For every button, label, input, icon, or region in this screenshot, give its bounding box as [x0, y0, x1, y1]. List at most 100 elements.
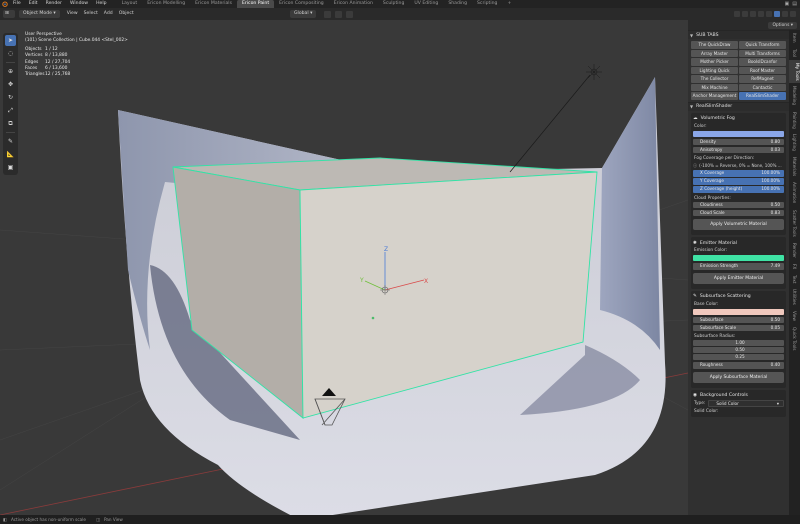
- viewport-menu-add[interactable]: Add: [101, 8, 116, 20]
- sidebar-tab[interactable]: Text: [792, 272, 797, 286]
- value-field[interactable]: Y Coverage 100.00%: [693, 178, 784, 185]
- subtab-button[interactable]: RefMagnet: [739, 75, 786, 83]
- overlays-icon[interactable]: [750, 11, 756, 17]
- view-layer-icon[interactable]: ▤: [792, 1, 797, 7]
- subtab-button[interactable]: Roof Master: [739, 66, 786, 74]
- menu-edit[interactable]: Edit: [25, 0, 42, 8]
- menu-help[interactable]: Help: [92, 0, 110, 8]
- apply-emitter-button[interactable]: Apply Emitter Material: [693, 272, 784, 284]
- mode-dropdown[interactable]: Object Mode ▾: [19, 10, 60, 18]
- sidebar-tab[interactable]: My Tools: [789, 59, 800, 84]
- gizmo-icon[interactable]: [742, 11, 748, 17]
- sidebar-tab[interactable]: Modeling: [792, 83, 797, 108]
- workspace-tab[interactable]: UV Editing: [409, 0, 443, 8]
- emission-strength-field[interactable]: Emission Strength 7.49: [693, 263, 784, 270]
- apply-subsurface-button[interactable]: Apply Subsurface Material: [693, 371, 784, 383]
- viewport-menu-object[interactable]: Object: [116, 8, 137, 20]
- sidebar-tab[interactable]: Animation: [792, 179, 797, 206]
- radius-field[interactable]: 0.50: [693, 346, 784, 353]
- sidebar-tab[interactable]: Lighting: [792, 131, 797, 154]
- xray-icon[interactable]: [758, 11, 764, 17]
- 3d-viewport[interactable]: Z X Y: [0, 20, 688, 515]
- subtab-button[interactable]: Mother Picker: [691, 58, 738, 66]
- value-field[interactable]: Cloudiness 0.50: [693, 201, 784, 208]
- menu-window[interactable]: Window: [66, 0, 92, 8]
- workspace-tab[interactable]: Layout: [117, 0, 143, 8]
- transform-tool[interactable]: ⧉: [5, 118, 16, 129]
- rendered-shading-icon[interactable]: [790, 11, 796, 17]
- sun-light-icon[interactable]: [586, 64, 602, 80]
- scale-tool[interactable]: ⤢: [5, 105, 16, 116]
- sidebar-tab[interactable]: Quick Tools: [792, 324, 797, 354]
- sidebar-tab[interactable]: Render: [792, 240, 797, 261]
- material-shading-icon[interactable]: [782, 11, 788, 17]
- options-dropdown[interactable]: Options ▾: [768, 21, 797, 29]
- move-tool[interactable]: ✥: [5, 79, 16, 90]
- workspace-tab[interactable]: Ericon Modelling: [142, 0, 190, 8]
- orientation-dropdown[interactable]: Global ▾: [290, 10, 317, 18]
- editor-type-dropdown[interactable]: ⊞: [3, 10, 15, 18]
- subtab-button[interactable]: Anchor Management: [691, 92, 738, 100]
- subtab-button[interactable]: Multi Transforms: [739, 49, 786, 57]
- workspace-tab[interactable]: Scripting: [472, 0, 502, 8]
- solid-shading-icon[interactable]: [774, 11, 780, 17]
- menu-render[interactable]: Render: [42, 0, 66, 8]
- subtab-button[interactable]: The Collector: [691, 75, 738, 83]
- apply-volumetric-button[interactable]: Apply Volumetric Material: [693, 219, 784, 230]
- sidebar-tab[interactable]: Item: [792, 30, 797, 46]
- value-field[interactable]: Z Coverage (height) 100.00%: [693, 186, 784, 193]
- subtab-button[interactable]: Array Master: [691, 49, 738, 57]
- base-color-swatch[interactable]: [693, 308, 784, 315]
- subtab-button[interactable]: Lighting Quick: [691, 66, 738, 74]
- workspace-tab[interactable]: Sculpting: [378, 0, 409, 8]
- subtab-button[interactable]: BoolsIDcanfor: [739, 58, 786, 66]
- measure-tool[interactable]: 📐: [5, 149, 16, 160]
- radius-field[interactable]: 1.00: [693, 339, 784, 346]
- sidebar-tab[interactable]: Utilities: [792, 286, 797, 308]
- radius-field[interactable]: 0.25: [693, 353, 784, 360]
- blender-logo-icon[interactable]: [0, 0, 9, 8]
- viewport-menu-view[interactable]: View: [64, 8, 81, 20]
- value-field[interactable]: Subsurface Scale 0.05: [693, 324, 784, 331]
- subtab-button[interactable]: Quick Transform: [739, 41, 786, 49]
- pivot-icon[interactable]: [324, 10, 332, 18]
- select-box-tool[interactable]: ◌: [5, 48, 16, 59]
- subtab-button[interactable]: Mix Machine: [691, 83, 738, 91]
- workspace-tab[interactable]: Ericon Compositing: [274, 0, 329, 8]
- workspace-tab[interactable]: +: [502, 0, 516, 8]
- viewport-menu-select[interactable]: Select: [81, 8, 101, 20]
- value-field[interactable]: Anisotropy 0.03: [693, 146, 784, 153]
- rotate-tool[interactable]: ↻: [5, 92, 16, 103]
- wireframe-shading-icon[interactable]: [766, 11, 772, 17]
- value-field[interactable]: Subsurface 0.50: [693, 316, 784, 323]
- scene-icon[interactable]: ▣: [785, 1, 790, 7]
- sidebar-tab[interactable]: View: [792, 308, 797, 324]
- subtab-button[interactable]: RealSlimShader: [739, 92, 786, 100]
- visibility-icon[interactable]: [734, 11, 740, 17]
- add-cube-tool[interactable]: ▣: [5, 162, 16, 173]
- emission-color-swatch[interactable]: [693, 255, 784, 261]
- subtab-button[interactable]: The QuickDraw: [691, 41, 738, 49]
- workspace-tab[interactable]: Shading: [443, 0, 472, 8]
- sidebar-tab[interactable]: Scatter Tools: [792, 207, 797, 240]
- workspace-tab[interactable]: Ericon Materials: [190, 0, 237, 8]
- proportional-edit-icon[interactable]: [346, 10, 354, 18]
- value-field[interactable]: X Coverage 100.00%: [693, 170, 784, 177]
- workspace-tab[interactable]: Ericon Animation: [329, 0, 378, 8]
- sidebar-tab[interactable]: Tool: [792, 46, 797, 60]
- annotate-tool[interactable]: ✎: [5, 136, 16, 147]
- roughness-field[interactable]: Roughness 0.40: [693, 362, 784, 369]
- subtab-button[interactable]: Cantactic: [739, 83, 786, 91]
- realslimshader-header[interactable]: ▼ RealSlimShader: [688, 101, 789, 111]
- sidebar-tab[interactable]: Painting: [792, 109, 797, 132]
- sub-tabs-header[interactable]: ▼ SUB TABS: [688, 30, 789, 39]
- sidebar-tab[interactable]: Materials: [792, 154, 797, 179]
- fog-color-swatch[interactable]: [693, 130, 784, 137]
- sidebar-tab[interactable]: FX: [792, 261, 797, 272]
- workspace-tab[interactable]: Ericon Paint: [236, 0, 275, 8]
- value-field[interactable]: Cloud Scale 0.83: [693, 209, 784, 216]
- background-type-dropdown[interactable]: Solid Color ▾: [708, 400, 784, 407]
- value-field[interactable]: Density 0.80: [693, 138, 784, 145]
- cursor-tool[interactable]: ➤: [5, 35, 16, 46]
- menu-file[interactable]: File: [9, 0, 25, 8]
